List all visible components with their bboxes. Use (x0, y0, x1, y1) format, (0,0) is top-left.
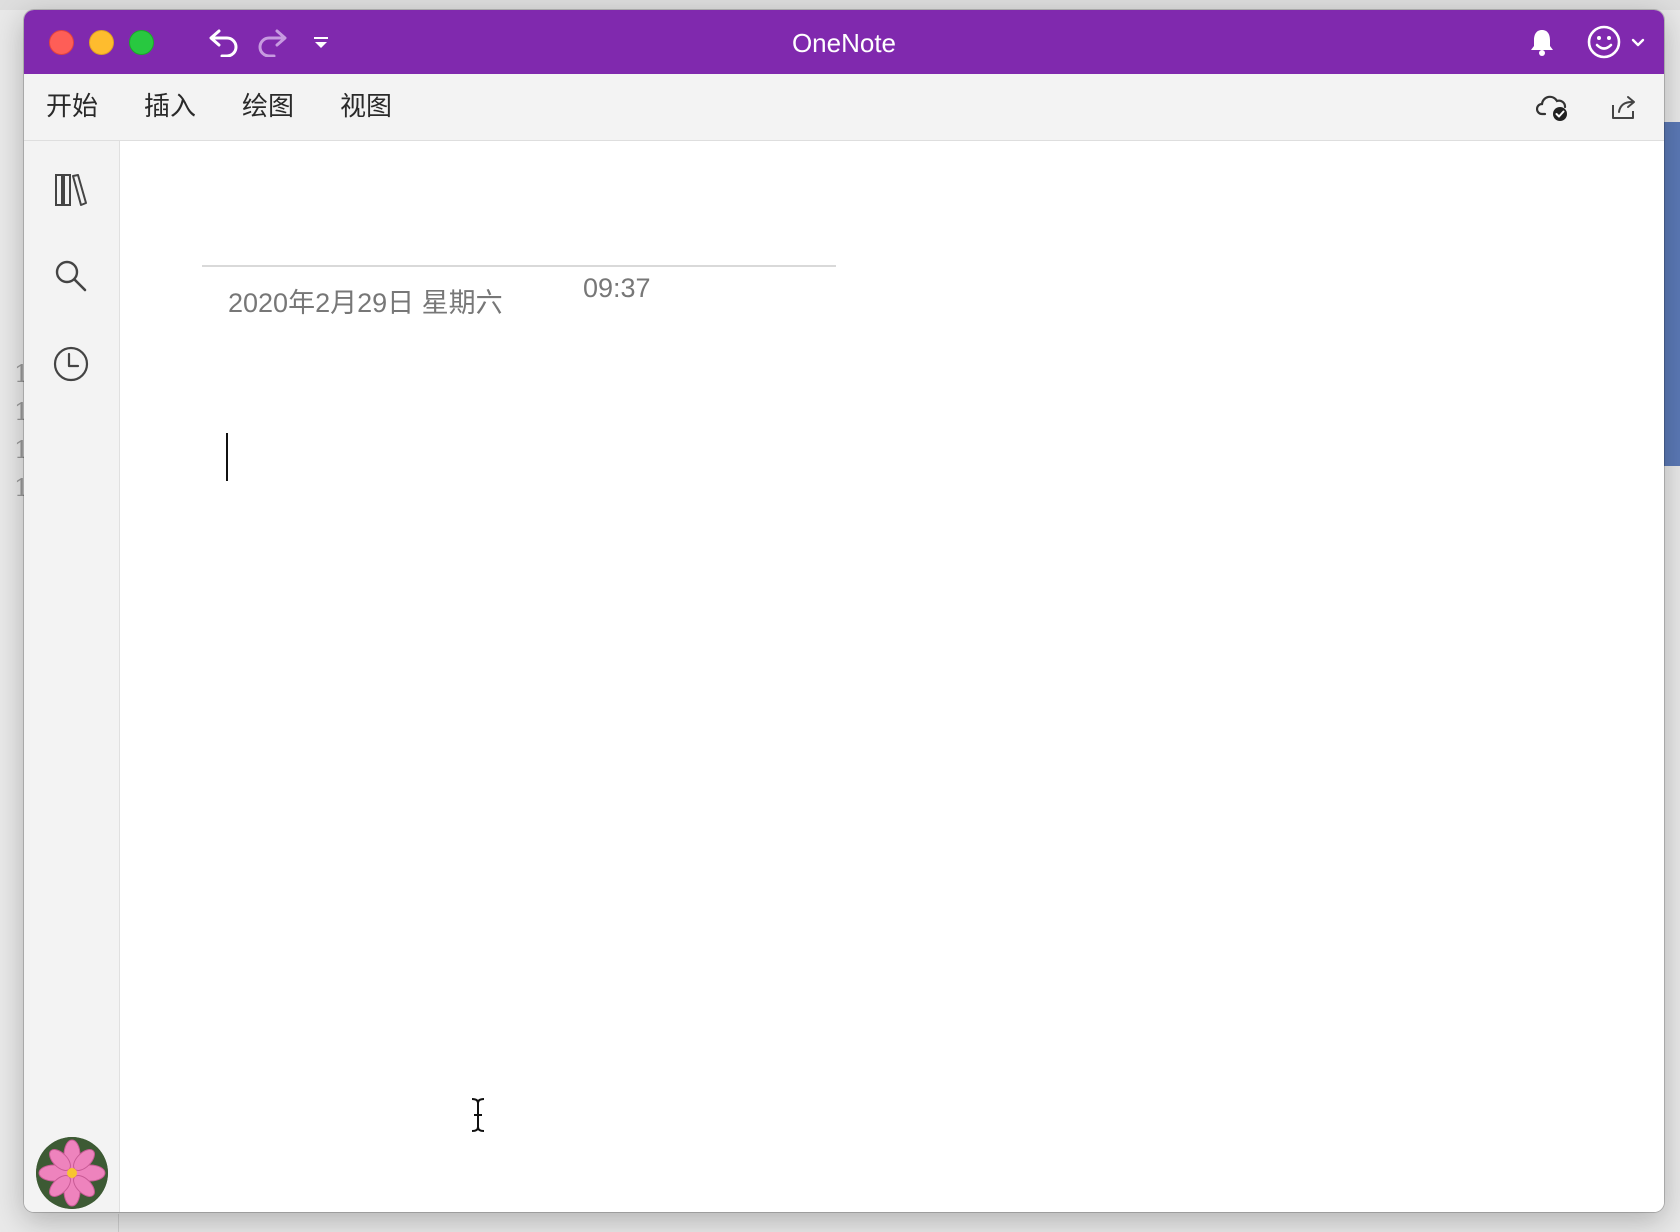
ibeam-cursor-icon (471, 1098, 485, 1132)
tab-draw[interactable]: 绘图 (242, 74, 294, 140)
chevron-down-icon (1631, 38, 1645, 47)
undo-icon (209, 29, 238, 57)
search-button[interactable] (48, 253, 94, 299)
recent-notes-button[interactable] (48, 341, 94, 387)
customize-toolbar-icon (314, 37, 328, 48)
bell-icon (1531, 30, 1553, 56)
tab-insert[interactable]: 插入 (144, 74, 196, 140)
recent-clock-icon (53, 346, 89, 382)
notebooks-button[interactable] (48, 167, 94, 213)
search-icon (55, 260, 87, 292)
sync-status-button[interactable] (1536, 90, 1572, 126)
smiley-feedback-icon (1587, 25, 1621, 59)
undo-button[interactable] (204, 24, 244, 60)
share-icon (1612, 96, 1635, 119)
notifications-button[interactable] (1524, 24, 1560, 60)
text-caret (226, 433, 228, 481)
tab-view[interactable]: 视图 (340, 74, 392, 140)
page-title-line[interactable] (202, 265, 836, 267)
close-window-button[interactable] (49, 30, 74, 55)
tab-home[interactable]: 开始 (46, 74, 98, 140)
customize-toolbar-button[interactable] (308, 24, 334, 60)
desktop-top-strip (0, 0, 1680, 10)
redo-button[interactable] (252, 24, 292, 60)
page-time: 09:37 (583, 273, 651, 303)
title-bar: OneNote (24, 10, 1664, 74)
feedback-button[interactable] (1584, 24, 1648, 60)
share-button[interactable] (1606, 90, 1642, 126)
user-avatar[interactable] (36, 1137, 108, 1209)
background-divider (118, 1214, 119, 1232)
onenote-window: OneNote 开始 插入 绘图 视图 2020年2月29日 星期六 09:37 (24, 10, 1664, 1212)
background-window-edge (1664, 122, 1680, 466)
redo-icon (258, 29, 287, 57)
page-date: 2020年2月29日 星期六 (228, 288, 503, 318)
flower-avatar (36, 1137, 108, 1209)
ribbon-tab-bar: 开始 插入 绘图 视图 (24, 74, 1664, 141)
notebooks-icon (55, 174, 87, 206)
zoom-window-button[interactable] (129, 30, 154, 55)
cloud-sync-check-icon (1536, 95, 1567, 121)
page-canvas[interactable]: 2020年2月29日 星期六 09:37 (120, 141, 1664, 1212)
minimize-window-button[interactable] (89, 30, 114, 55)
navigation-rail (24, 141, 120, 1212)
